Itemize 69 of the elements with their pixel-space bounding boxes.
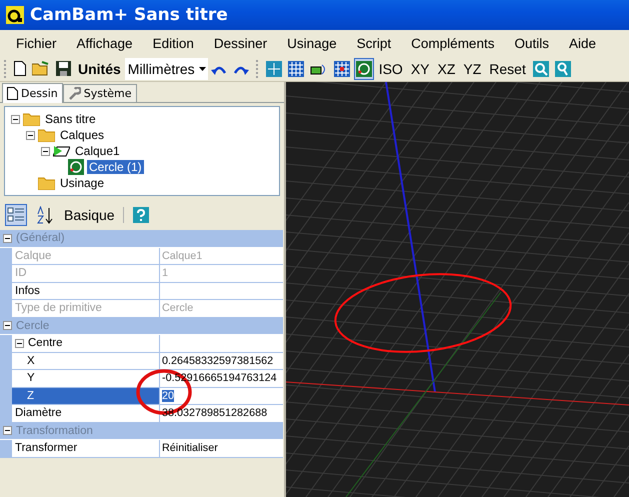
zoom-icon	[532, 60, 549, 76]
sort-label: Basique	[64, 207, 124, 223]
property-name: Y	[12, 370, 160, 386]
folder-icon	[38, 176, 55, 190]
menu-item[interactable]: Edition	[142, 36, 204, 50]
view-button[interactable]: YZ	[459, 58, 486, 80]
wrench-icon	[68, 87, 81, 100]
property-name: Type de primitive	[12, 300, 160, 316]
menu-item[interactable]: Dessiner	[204, 36, 278, 50]
collapse-toggle[interactable]	[3, 321, 12, 330]
property-name: Calque	[12, 248, 160, 264]
folder-icon	[23, 112, 40, 126]
collapse-toggle[interactable]	[15, 338, 24, 348]
circle-icon	[68, 159, 84, 175]
folder-icon	[38, 128, 55, 142]
help-icon	[132, 207, 149, 223]
view-button[interactable]: XZ	[434, 58, 460, 80]
category-label: Transformation	[16, 424, 93, 437]
menu-item[interactable]: Aide	[558, 36, 606, 50]
collapse-toggle[interactable]	[41, 146, 50, 156]
menu-item[interactable]: Outils	[504, 36, 559, 50]
floppy-icon	[56, 61, 71, 76]
property-name: Z	[12, 388, 160, 404]
property-name: X	[12, 352, 160, 369]
list-icon	[7, 206, 25, 224]
menu-item[interactable]: Script	[346, 36, 402, 50]
sort-az-icon	[37, 206, 55, 224]
caret-icon	[198, 66, 206, 70]
app-logo-icon	[6, 6, 24, 24]
categorized-button[interactable]	[5, 204, 27, 226]
tree-item[interactable]: Usinage	[58, 176, 106, 190]
collapse-toggle[interactable]	[26, 130, 35, 140]
page-icon	[7, 87, 18, 100]
collapse-toggle[interactable]	[3, 426, 12, 436]
property-name: Diamètre	[12, 405, 160, 422]
property-name: Centre	[12, 335, 160, 352]
snap-grid-icon	[266, 60, 282, 76]
window-title: CamBam+ Sans titre	[30, 5, 228, 25]
menu-item[interactable]: Affichage	[66, 36, 143, 50]
tree-item[interactable]: Calques	[58, 128, 106, 142]
property-name: ID	[12, 265, 160, 282]
tree-item[interactable]: Cercle (1)	[87, 160, 144, 174]
menu-item[interactable]: Usinage	[277, 36, 347, 50]
tab[interactable]: Système	[62, 84, 137, 102]
units-label: Unités	[78, 60, 121, 76]
property-name: Transformer	[12, 440, 160, 456]
property-value[interactable]: 20	[162, 390, 174, 402]
menu-item[interactable]: Compléments	[401, 36, 504, 50]
view-button[interactable]: Reset	[485, 58, 530, 80]
search-icon	[554, 60, 571, 76]
collapse-toggle[interactable]	[3, 234, 12, 243]
grid-icon	[334, 60, 350, 76]
category-label: (Général)	[16, 232, 65, 244]
layer-icon	[53, 144, 70, 158]
grid-icon	[288, 60, 304, 76]
tree-item[interactable]: Sans titre	[43, 112, 98, 126]
collapse-toggle[interactable]	[11, 114, 20, 124]
view-button[interactable]: XY	[406, 58, 434, 80]
help-button[interactable]	[130, 204, 151, 226]
category-label: Cercle	[16, 320, 50, 332]
units-dropdown[interactable]: Millimètres	[124, 58, 208, 80]
circle-icon	[356, 60, 372, 76]
menu-item[interactable]: Fichier	[6, 36, 67, 50]
property-name: Infos	[12, 282, 160, 299]
page-icon	[14, 61, 26, 76]
tab[interactable]: Dessin	[2, 83, 63, 103]
tree-item[interactable]: Calque1	[73, 144, 122, 158]
view-button[interactable]: ISO	[374, 58, 407, 80]
folder-icon	[32, 61, 50, 76]
